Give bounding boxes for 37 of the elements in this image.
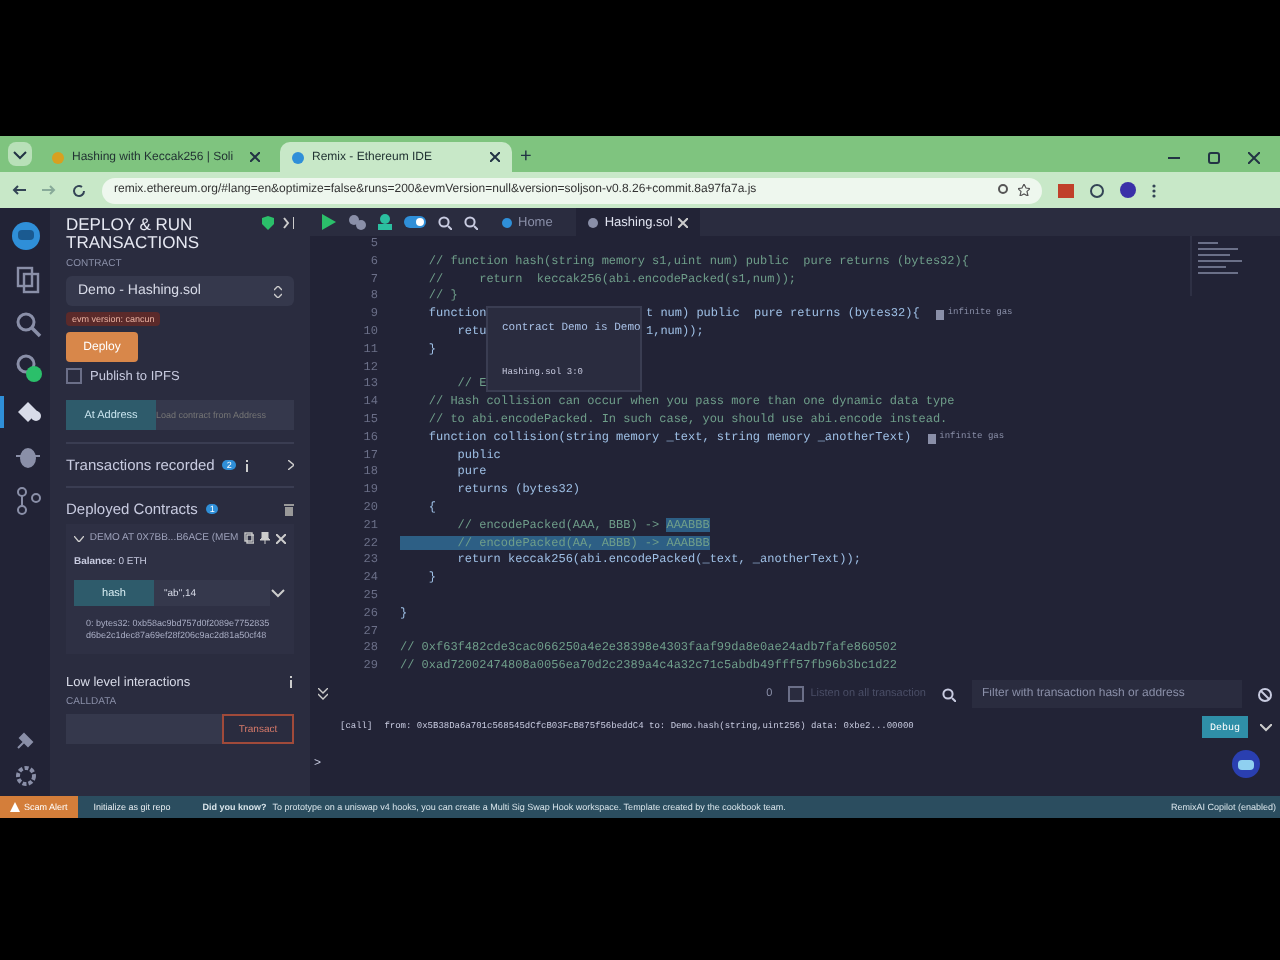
back-icon[interactable] [12, 184, 26, 196]
toggle-switch[interactable] [404, 216, 426, 228]
pin-icon[interactable] [260, 532, 271, 544]
copy-icon[interactable] [244, 532, 255, 544]
search-icon [942, 687, 956, 701]
collapse-icon[interactable] [318, 688, 328, 700]
panel-title: DEPLOY & RUN TRANSACTIONS [66, 216, 202, 252]
select-arrows-icon [274, 285, 282, 297]
info-icon[interactable] [243, 459, 250, 471]
tab-list-button[interactable] [8, 142, 32, 166]
close-icon[interactable] [490, 152, 500, 162]
close-icon[interactable] [1248, 152, 1260, 164]
chevron-icon[interactable] [1260, 723, 1272, 731]
clear-icon[interactable] [1258, 687, 1272, 701]
reload-icon[interactable] [72, 183, 86, 197]
trash-icon[interactable] [284, 503, 294, 515]
zoom-out-icon[interactable] [438, 215, 452, 229]
checkbox[interactable] [788, 686, 805, 702]
profile-avatar[interactable] [1120, 182, 1136, 198]
extension-icon[interactable] [1058, 183, 1074, 197]
site-icon [52, 151, 64, 163]
close-icon[interactable] [250, 152, 260, 162]
calldata-field[interactable] [66, 714, 222, 744]
info-icon[interactable] [288, 676, 294, 688]
chevron-icon[interactable] [288, 460, 294, 470]
zoom-in-icon[interactable] [464, 215, 478, 229]
chevron-icon[interactable] [74, 535, 84, 541]
warning-icon [10, 802, 20, 812]
restore-icon[interactable] [1208, 152, 1220, 164]
panel-controls-icon[interactable] [261, 216, 294, 230]
gears-icon[interactable] [348, 214, 366, 230]
assistant-icon[interactable] [1232, 750, 1260, 778]
settings-icon[interactable] [13, 764, 37, 788]
minimize-icon[interactable] [1168, 152, 1180, 164]
checkbox[interactable] [66, 368, 82, 384]
new-tab-button[interactable]: + [520, 146, 532, 168]
run-icon[interactable] [322, 214, 336, 230]
